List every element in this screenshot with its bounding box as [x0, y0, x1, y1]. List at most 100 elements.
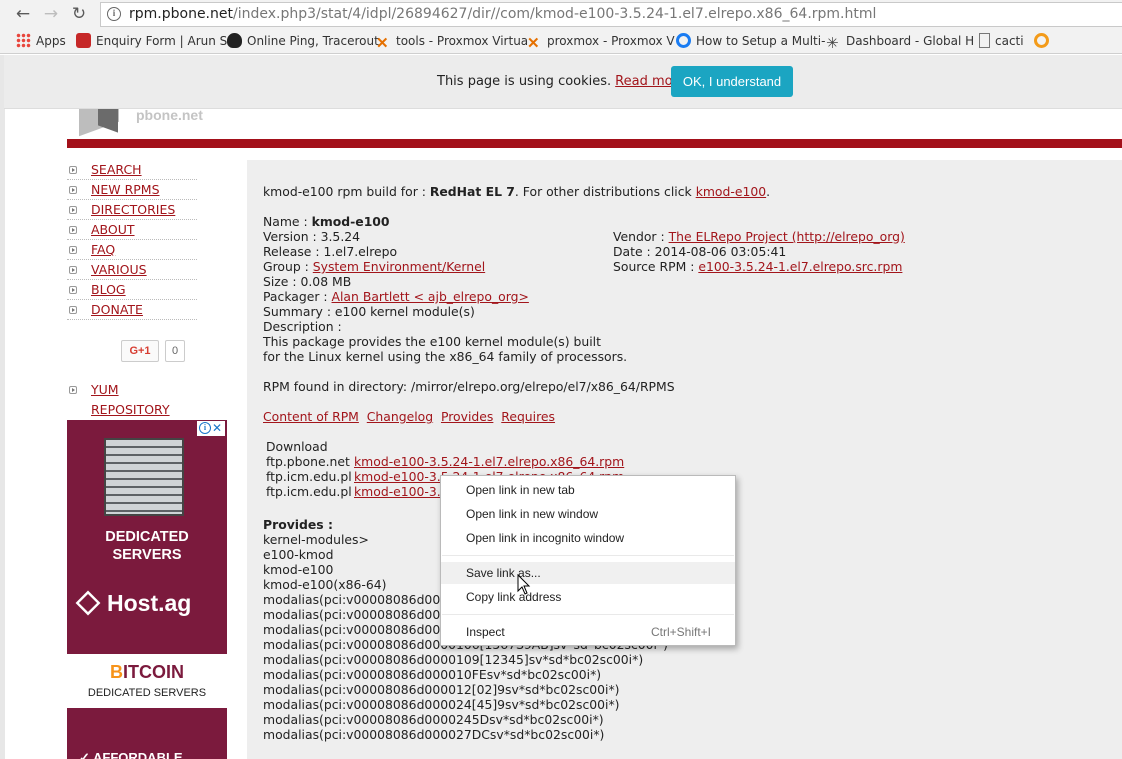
pkg-description-line1: This package provides the e100 kernel mo…: [263, 334, 601, 349]
mirror-row: ftp.pbone.net kmod-e100-3.5.24-1.el7.elre…: [266, 454, 625, 469]
menu-save-link-as[interactable]: Save link as...: [441, 562, 735, 584]
bookmark-proxmox[interactable]: ✕ proxmox - Proxmox V: [527, 33, 675, 51]
provides-item: modalias(pci:v00008086d0000: [263, 622, 456, 637]
menu-copy-link-address[interactable]: Copy link address: [441, 586, 735, 608]
ad-affordable: ✓ AFFORDABLE: [79, 750, 183, 759]
menu-item-yum-repository[interactable]: YUM REPOSITORY: [67, 380, 197, 417]
tab-changelog[interactable]: Changelog: [367, 409, 433, 424]
header-divider: [67, 139, 1122, 148]
menu-inspect[interactable]: Inspect Ctrl+Shift+I: [441, 621, 735, 643]
intro-line: kmod-e100 rpm build for : RedHat EL 7. F…: [263, 184, 771, 199]
bullet-arrow-icon: [69, 206, 77, 214]
extension-icon[interactable]: [1034, 33, 1054, 51]
menu-open-incognito[interactable]: Open link in incognito window: [441, 527, 735, 549]
menu-open-new-tab[interactable]: Open link in new tab: [441, 479, 735, 501]
provides-item: modalias(pci:v00008086d0000: [263, 592, 456, 607]
download-heading: Download: [266, 439, 328, 454]
rpm-directory: RPM found in directory: /mirror/elrepo.o…: [263, 379, 675, 394]
ad-host-logo: Host.ag: [75, 590, 227, 616]
penguin-icon: [227, 33, 242, 48]
browser-toolbar: ← → ↻ i rpm.pbone.net/index.php3/stat/4/…: [0, 0, 1122, 29]
pkg-release: Release : 1.el7.elrepo: [263, 244, 398, 259]
tab-requires[interactable]: Requires: [501, 409, 555, 424]
menu-item-search[interactable]: SEARCH: [67, 160, 197, 180]
bullet-arrow-icon: [69, 226, 77, 234]
pkg-tabs: Content of RPM Changelog Provides Requir…: [263, 409, 555, 424]
pkg-date: Date : 2014-08-06 03:05:41: [613, 244, 787, 259]
pkg-size: Size : 0.08 MB: [263, 274, 352, 289]
favicon-icon: [76, 33, 91, 48]
mouse-cursor-icon: [517, 574, 531, 595]
pkg-description-label: Description :: [263, 319, 342, 334]
apps-grid-icon: [16, 33, 31, 48]
other-distributions-link[interactable]: kmod-e100: [696, 184, 766, 199]
menu-item-donate[interactable]: DONATE: [67, 300, 197, 320]
ad-info-icon: i: [199, 422, 211, 434]
bookmark-cacti[interactable]: cacti: [979, 33, 1024, 51]
pkg-version: Version : 3.5.24: [263, 229, 361, 244]
inspect-shortcut: Ctrl+Shift+I: [650, 625, 711, 639]
side-menu: SEARCH NEW RPMS DIRECTORIES ABOUT FAQ VA…: [67, 160, 197, 320]
ad-bitcoin-banner: BITCOIN DEDICATED SERVERS: [67, 654, 227, 708]
url-path: /index.php3/stat/4/idpl/26894627/dir//co…: [232, 6, 877, 22]
bullet-arrow-icon: [69, 266, 77, 274]
bookmark-dashboard[interactable]: ✳ Dashboard - Global H: [826, 33, 974, 51]
source-rpm-link[interactable]: e100-3.5.24-1.el7.elrepo.src.rpm: [698, 259, 902, 274]
menu-item-directories[interactable]: DIRECTORIES: [67, 200, 197, 220]
provides-item: modalias(pci:v00008086d0000: [263, 607, 456, 622]
bookmark-multi-setup[interactable]: How to Setup a Multi-: [676, 33, 825, 51]
menu-item-faq[interactable]: FAQ: [67, 240, 197, 260]
digitalocean-icon: [676, 33, 691, 48]
pkg-group: Group : System Environment/Kernel: [263, 259, 486, 274]
window-edge: [0, 55, 5, 759]
provides-item: kmod-e100(x86-64): [263, 577, 387, 592]
address-bar[interactable]: i rpm.pbone.net/index.php3/stat/4/idpl/2…: [100, 2, 1122, 27]
pkg-summary: Summary : e100 kernel module(s): [263, 304, 475, 319]
bullet-arrow-icon: [69, 286, 77, 294]
site-logo[interactable]: pbone.net: [67, 109, 391, 139]
back-arrow-icon[interactable]: ←: [12, 3, 34, 25]
bookmark-online-ping[interactable]: Online Ping, Tracerout: [227, 33, 379, 51]
provides-item: modalias(pci:v00008086d000010FEsv*sd*bc0…: [263, 667, 602, 682]
advertisement[interactable]: i ✕ DEDICATED SERVERS Host.ag BITCOIN DEDI…: [67, 420, 227, 759]
pkg-name: Name : kmod-e100: [263, 214, 390, 229]
package-details: kmod-e100 rpm build for : RedHat EL 7. F…: [247, 160, 1122, 759]
tab-content-of-rpm[interactable]: Content of RPM: [263, 409, 359, 424]
provides-item: modalias(pci:v00008086d000027DCsv*sd*bc0…: [263, 727, 605, 742]
cookie-accept-button[interactable]: OK, I understand: [671, 66, 793, 97]
provides-item: modalias(pci:v00008086d0000245Dsv*sd*bc0…: [263, 712, 604, 727]
vendor-link[interactable]: The ELRepo Project (http://elrepo_org): [669, 229, 905, 244]
menu-open-new-window[interactable]: Open link in new window: [441, 503, 735, 525]
ad-choices-close[interactable]: i ✕: [197, 421, 225, 436]
gear-icon: ✳: [826, 34, 839, 52]
proxmox-icon: ✕: [527, 35, 540, 52]
provides-item: modalias(pci:v00008086d000024[45]9sv*sd*…: [263, 697, 620, 712]
bookmark-proxmox-tools[interactable]: ✕ tools - Proxmox Virtua: [376, 33, 528, 51]
group-link[interactable]: System Environment/Kernel: [313, 259, 485, 274]
provides-item: kernel-modules>: [263, 532, 369, 547]
yum-repository-link-row: YUM REPOSITORY: [67, 380, 197, 417]
bullet-arrow-icon: [69, 386, 77, 394]
menu-separator: [442, 555, 734, 556]
tab-provides[interactable]: Provides: [441, 409, 493, 424]
menu-item-blog[interactable]: BLOG: [67, 280, 197, 300]
bullet-arrow-icon: [69, 306, 77, 314]
reload-icon[interactable]: ↻: [68, 3, 90, 25]
download-link[interactable]: kmod-e100-3.5.24-1.el7.elrepo.x86_64.rpm: [354, 454, 624, 469]
server-rack-icon: [104, 438, 184, 516]
url-host: rpm.pbone.net: [129, 6, 233, 22]
menu-separator: [442, 614, 734, 615]
google-plus-button[interactable]: G+1: [121, 340, 159, 362]
bookmark-enquiry-form[interactable]: Enquiry Form | Arun S: [76, 33, 227, 51]
provides-item: e100-kmod: [263, 547, 334, 562]
bookmark-apps[interactable]: Apps: [16, 33, 66, 51]
info-icon[interactable]: i: [107, 7, 121, 21]
menu-item-various[interactable]: VARIOUS: [67, 260, 197, 280]
provides-item: modalias(pci:v00008086d000012[02]9sv*sd*…: [263, 682, 620, 697]
packager-link[interactable]: Alan Bartlett < ajb_elrepo_org>: [332, 289, 529, 304]
provides-item: modalias(pci:v00008086d0000109[12345]sv*…: [263, 652, 644, 667]
menu-item-about[interactable]: ABOUT: [67, 220, 197, 240]
pkg-packager: Packager : Alan Bartlett < ajb_elrepo_or…: [263, 289, 529, 304]
forward-arrow-icon[interactable]: →: [40, 3, 62, 25]
menu-item-new-rpms[interactable]: NEW RPMS: [67, 180, 197, 200]
